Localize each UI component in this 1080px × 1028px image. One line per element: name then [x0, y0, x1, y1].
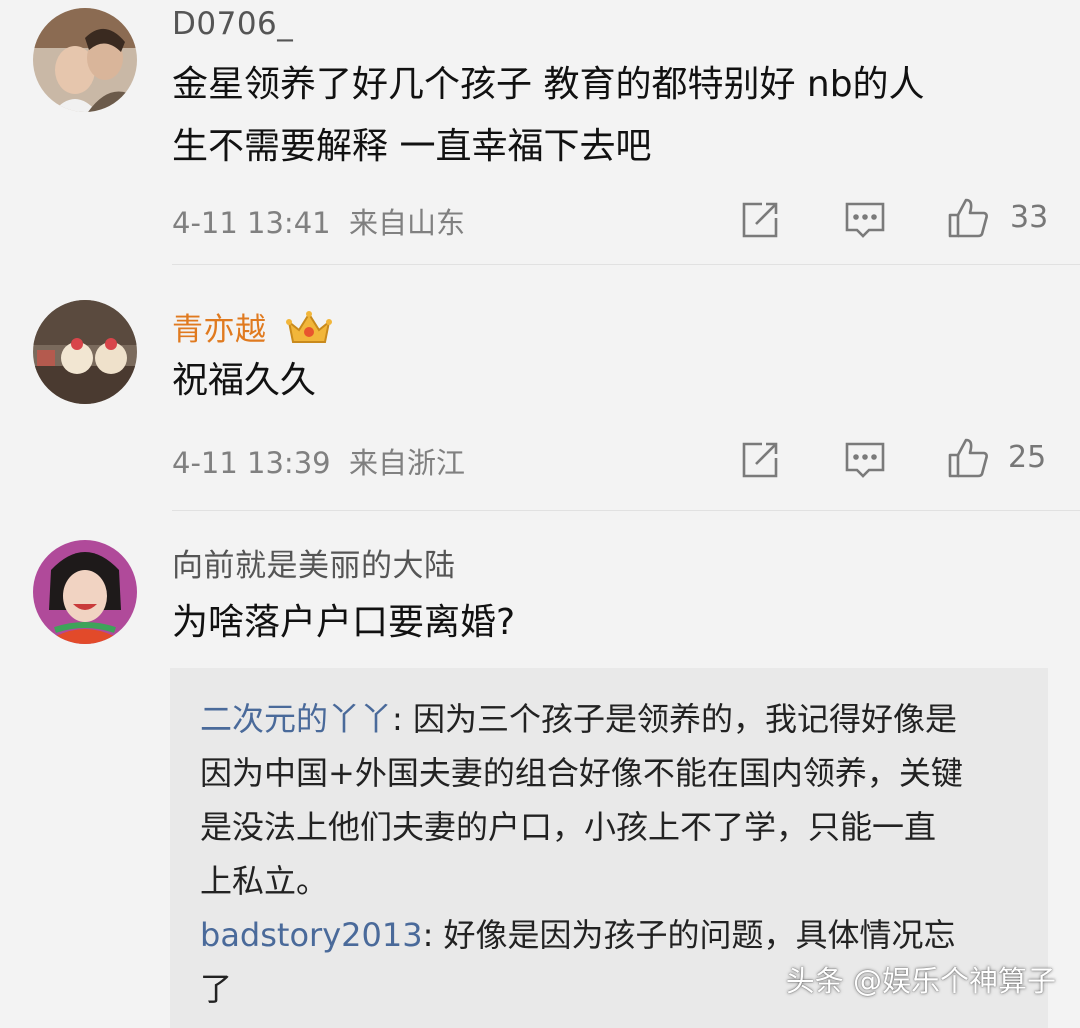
username[interactable]: D0706_ — [172, 6, 293, 42]
avatar[interactable] — [33, 540, 137, 644]
reply-1: 二次元的丫丫: 因为三个孩子是领养的，我记得好像是 因为中国+外国夫妻的组合好像… — [200, 692, 1030, 908]
share-icon[interactable] — [738, 438, 782, 482]
reply-text: 好像是因为孩子的问题，具体情况忘 — [443, 916, 956, 954]
reply-line: 因为中国+外国夫妻的组合好像不能在国内领养，关键 — [200, 754, 963, 792]
divider — [172, 510, 1080, 511]
comment-3: 向前就是美丽的大陆 为啥落户户口要离婚? — [0, 530, 1080, 670]
comment-text-line: 生不需要解释 一直幸福下去吧 — [172, 126, 652, 167]
watermark: 头条 @娱乐个神算子 — [785, 964, 1056, 998]
avatar[interactable] — [33, 300, 137, 404]
comment-2: 青亦越 祝福久久 4-11 13:39 来自浙江 25 — [0, 290, 1080, 520]
reply-line: 二次元的丫丫: 因为三个孩子是领养的，我记得好像是 — [200, 692, 1030, 746]
comment-text-line: 祝福久久 — [172, 360, 317, 401]
reply-text: 因为三个孩子是领养的，我记得好像是 — [412, 700, 957, 738]
username[interactable]: 向前就是美丽的大陆 — [172, 540, 456, 585]
avatar[interactable] — [33, 8, 137, 112]
comment-text-line: 为啥落户户口要离婚? — [172, 602, 516, 643]
username-text: 青亦越 — [172, 312, 267, 348]
like-icon[interactable] — [946, 436, 990, 480]
reply-icon[interactable] — [843, 438, 887, 482]
reply-line: badstory2013: 好像是因为孩子的问题，具体情况忘 — [200, 908, 1030, 962]
comment-1: D0706_ 金星领养了好几个孩子 教育的都特别好 nb的人 生不需要解释 一直… — [0, 0, 1080, 262]
comment-meta: 4-11 13:39 来自浙江 — [172, 440, 465, 482]
crown-badge-icon — [285, 310, 333, 354]
timestamp: 4-11 13:41 — [172, 206, 331, 240]
reply-username[interactable]: 二次元的丫丫 — [200, 700, 392, 738]
reply-separator: : — [392, 700, 413, 738]
comment-meta: 4-11 13:41 来自山东 — [172, 200, 465, 242]
location: 来自山东 — [349, 206, 466, 240]
divider — [172, 264, 1080, 265]
reply-username[interactable]: badstory2013 — [200, 916, 423, 954]
share-icon[interactable] — [738, 198, 782, 242]
timestamp: 4-11 13:39 — [172, 446, 331, 480]
comment-text-line: 金星领养了好几个孩子 教育的都特别好 nb的人 — [172, 64, 925, 105]
like-icon[interactable] — [946, 196, 990, 240]
reply-line: 上私立。 — [200, 862, 329, 900]
like-count: 25 — [1008, 440, 1047, 475]
username[interactable]: 青亦越 — [172, 304, 333, 354]
reply-line: 是没法上他们夫妻的户口，小孩上不了学，只能一直 — [200, 808, 937, 846]
reply-separator: : — [422, 916, 444, 954]
like-count: 33 — [1010, 200, 1049, 235]
location: 来自浙江 — [349, 446, 466, 480]
reply-icon[interactable] — [843, 198, 887, 242]
